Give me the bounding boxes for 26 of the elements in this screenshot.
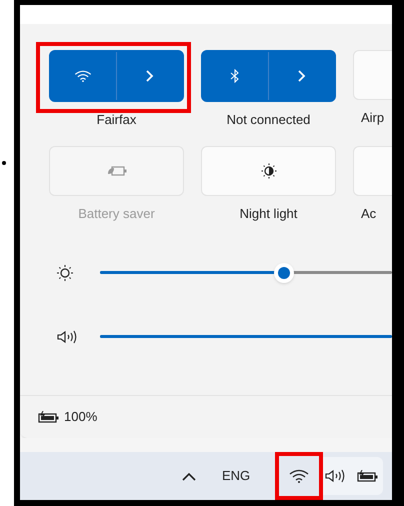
brightness-icon [56,264,74,282]
slider-thumb[interactable] [274,263,294,283]
toggle-tile[interactable] [49,50,184,102]
wifi-icon [74,70,92,82]
language-indicator[interactable]: ENG [222,466,250,486]
tile-label: Not connected [226,111,310,129]
sun-moon-icon [260,162,276,178]
system-tray-pill[interactable] [323,457,384,495]
tile-label: Battery saver [78,204,155,223]
speaker-icon [56,330,78,344]
tile-label: Ac [360,204,376,222]
battery-charging-icon [38,411,60,423]
wifi-icon[interactable] [289,469,310,483]
tile-label: Night light [240,204,298,223]
tile-label: Fairfax [96,111,136,129]
chevron-up-icon[interactable] [182,472,196,480]
chevron-right-icon[interactable] [146,70,154,82]
tile-label: Airp [360,109,384,127]
battery-percentage: 100% [64,408,98,426]
battery-charging-icon[interactable] [357,470,380,482]
toggle-tile[interactable] [201,50,336,102]
battery-leaf-icon [106,164,126,176]
slider[interactable] [100,263,392,283]
chevron-right-icon[interactable] [298,70,306,82]
bluetooth-icon [230,69,240,83]
speaker-icon[interactable] [325,469,346,483]
